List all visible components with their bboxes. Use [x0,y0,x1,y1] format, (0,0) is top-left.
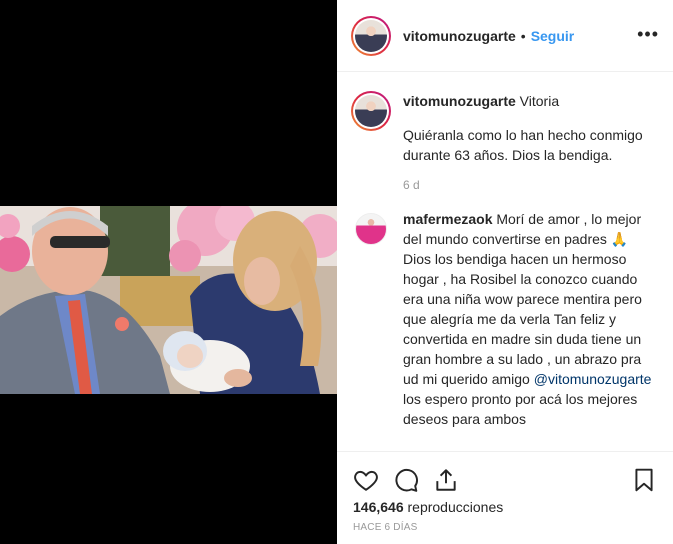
follow-button[interactable]: Seguir [531,28,575,44]
avatar-image [355,19,387,52]
video-frame [0,206,337,394]
comment-text-end: los espero pronto por acá los mejores de… [403,391,638,427]
comment-icon[interactable] [393,467,419,493]
caption-text: Quiéranla como lo han hecho conmigo dura… [403,127,643,163]
side-panel: vitomunozugarte • Seguir ••• vitomunozug… [337,0,673,544]
comment-avatar[interactable] [355,213,387,245]
media-pane [0,0,337,544]
views-number: 146,646 [353,499,404,515]
avatar-image [355,95,387,127]
post-timestamp[interactable]: HACE 6 DÍAS [337,516,673,533]
avatar[interactable] [351,15,391,56]
video-player[interactable] [0,206,337,394]
bookmark-icon[interactable] [631,467,657,493]
comment-text: Morí de amor , lo mejor del mundo conver… [403,211,642,387]
heart-icon[interactable] [353,467,379,493]
separator-dot: • [520,27,526,44]
header-username[interactable]: vitomunozugarte [403,28,516,44]
comment-item: mafermezaok Morí de amor , lo mejor del … [337,195,673,429]
ellipsis-icon[interactable]: ••• [637,25,659,43]
post-header: vitomunozugarte • Seguir ••• [337,0,673,72]
caption-timestamp[interactable]: 6 d [403,175,643,195]
action-bar: 146,646 reproducciones HACE 6 DÍAS [337,451,673,544]
share-icon[interactable] [433,467,459,493]
instagram-post: vitomunozugarte • Seguir ••• vitomunozug… [0,0,673,544]
caption: vitomunozugarte Vitoria Quiéranla como l… [337,73,673,195]
views-count[interactable]: 146,646 reproducciones [337,498,673,516]
comments-section[interactable]: vitomunozugarte Vitoria Quiéranla como l… [337,73,673,451]
caption-avatar[interactable] [351,91,391,131]
views-label: reproducciones [407,499,504,515]
caption-username[interactable]: vitomunozugarte [403,93,516,109]
caption-title: Vitoria [519,93,560,109]
comment-username[interactable]: mafermezaok [403,211,493,227]
comment-mention[interactable]: @vitomunozugarte [534,371,652,387]
